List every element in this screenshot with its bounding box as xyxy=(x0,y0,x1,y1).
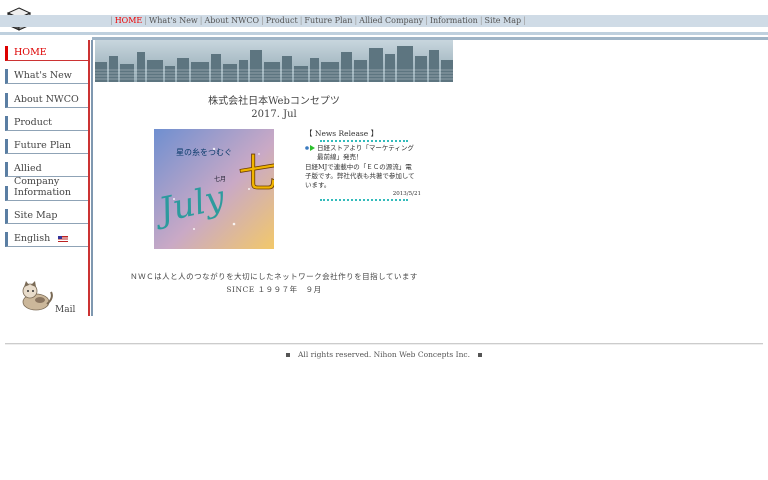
top-nav-future-plan[interactable]: Future Plan xyxy=(302,16,354,25)
top-nav-site-map[interactable]: Site Map xyxy=(483,16,524,25)
footer-square-left-icon xyxy=(286,353,290,357)
news-divider-top xyxy=(320,140,408,142)
sidebar-item-english[interactable]: English xyxy=(5,232,89,248)
news-description: 日経MJで連載中の「ＥＣの源流」電子版です。弊社代表も共著で参加しています。 xyxy=(305,163,415,189)
top-nav-about[interactable]: About NWCO xyxy=(202,16,261,25)
company-name: 株式会社日本Webコンセプツ xyxy=(208,96,340,107)
sidebar-divider-blue xyxy=(91,40,93,316)
poster-phrase: 星の糸をつむぐ xyxy=(176,147,232,157)
footer-divider xyxy=(5,343,763,345)
news-title: 【 News Release 】 xyxy=(305,129,379,138)
top-nav-whats-new[interactable]: What's New xyxy=(147,16,200,25)
sidebar-item-home[interactable]: HOME xyxy=(5,46,89,61)
mail-link[interactable]: Mail xyxy=(55,305,75,315)
city-skyline-banner xyxy=(95,40,453,82)
top-nav-product[interactable]: Product xyxy=(264,16,300,25)
sidebar-divider-red xyxy=(88,40,90,316)
sidebar-item-whats-new[interactable]: What's New xyxy=(5,69,89,85)
top-nav-allied-company[interactable]: Allied Company xyxy=(357,16,425,25)
footer: All rights reserved. Nihon Web Concepts … xyxy=(0,350,768,359)
footer-square-right-icon xyxy=(478,353,482,357)
sidebar-item-about[interactable]: About NWCO xyxy=(5,92,89,108)
company-heading: 株式会社日本Webコンセプツ 2017. Jul xyxy=(95,95,453,121)
mission-text: ＮＷＣは人と人のつながりを大切にしたネットワーク会社作りを目指しています xyxy=(130,272,418,281)
sidebar-item-information[interactable]: Information xyxy=(5,185,89,201)
sidebar-item-product[interactable]: Product xyxy=(5,115,89,131)
copyright-text: All rights reserved. Nihon Web Concepts … xyxy=(298,350,470,359)
news-divider-bottom xyxy=(320,199,408,201)
play-bullet-icon xyxy=(305,145,315,151)
sidebar-item-site-map[interactable]: Site Map xyxy=(5,209,89,225)
sidebar: HOME What's New About NWCO Product Futur… xyxy=(5,46,89,256)
news-headline[interactable]: 日経ストアより「マーケティング最前線」発売！ xyxy=(317,144,415,162)
top-nav-home[interactable]: HOME xyxy=(113,16,145,25)
tanabata-july-poster: 七夕 七月 July 星の糸をつむぐ xyxy=(154,129,274,249)
since-text: SINCE １９９７年 ９月 xyxy=(226,285,322,294)
cat-mail-icon[interactable] xyxy=(18,280,56,312)
news-item[interactable]: 日経ストアより「マーケティング最前線」発売！ xyxy=(305,144,415,162)
sidebar-item-future-plan[interactable]: Future Plan xyxy=(5,139,89,155)
poster-title-kanji: 七夕 xyxy=(238,151,274,197)
sidebar-item-english-label: English xyxy=(14,233,51,245)
top-nav: | HOME | What's New | About NWCO | Product | Futu… xyxy=(110,16,526,25)
news-date: 2013/5/21 xyxy=(392,191,421,197)
top-nav-information[interactable]: Information xyxy=(428,16,480,25)
mission-statement: ＮＷＣは人と人のつながりを大切にしたネットワーク会社作りを目指しています SIN… xyxy=(95,270,453,296)
header-divider xyxy=(0,32,768,35)
sidebar-item-allied-company[interactable]: Allied Company xyxy=(5,162,89,187)
us-flag-icon xyxy=(58,235,69,242)
issue-date: 2017. Jul xyxy=(251,109,297,120)
news-release: 【 News Release 】 日経ストアより「マーケティング最前線」発売！ … xyxy=(305,129,421,201)
